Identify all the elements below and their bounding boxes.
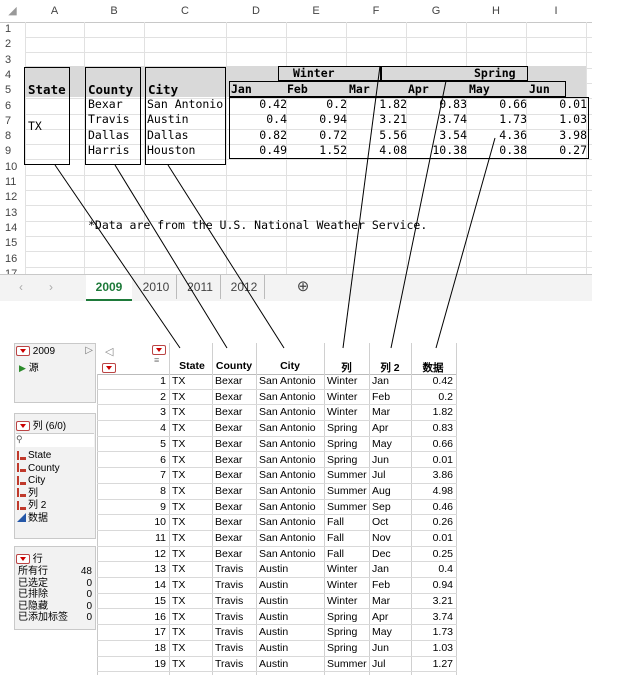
season-mapping-line	[342, 65, 381, 349]
county-mapping-line	[114, 164, 228, 349]
data-mapping-line	[435, 137, 496, 349]
state-mapping-line	[54, 164, 181, 349]
month-mapping-line	[390, 80, 447, 349]
city-mapping-line	[167, 164, 285, 349]
mapping-lines	[54, 65, 496, 349]
